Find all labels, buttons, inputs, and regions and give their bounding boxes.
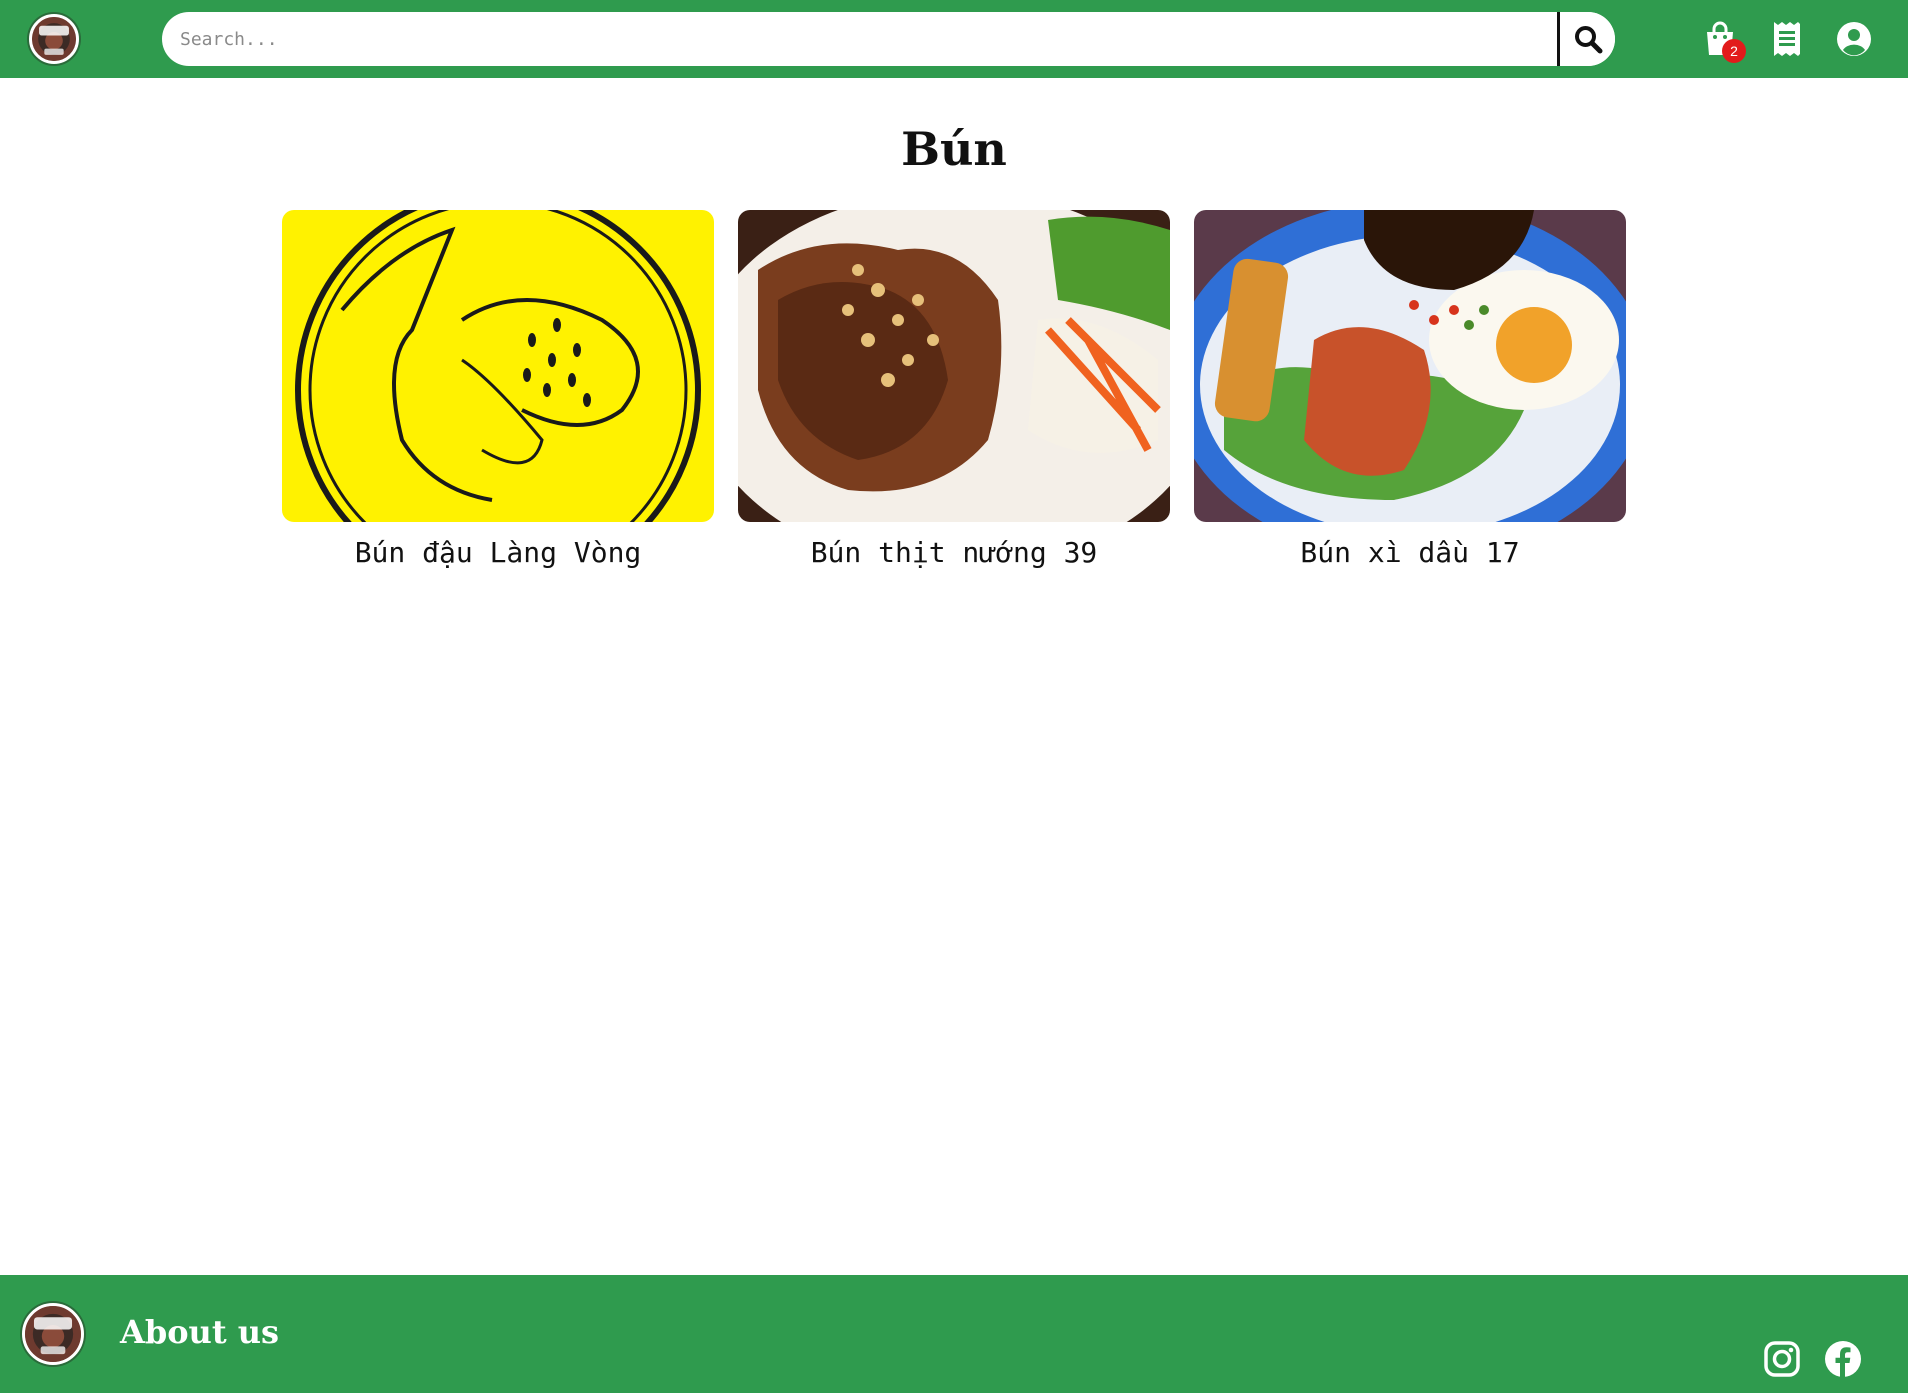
restaurant-card[interactable]: Bún xì dầu 17 — [1194, 210, 1626, 580]
cart-count-badge: 2 — [1722, 39, 1746, 63]
search-icon — [1574, 26, 1602, 54]
restaurant-name[interactable]: Bún đậu Làng Vòng — [282, 536, 714, 569]
account-button[interactable] — [1834, 19, 1874, 59]
restaurant-name[interactable]: Bún thịt nướng 39 — [738, 536, 1170, 569]
receipt-icon — [1774, 22, 1800, 56]
restaurant-image[interactable] — [738, 210, 1170, 522]
page-title: Bún — [901, 122, 1007, 176]
restaurant-card[interactable]: Bún đậu Làng Vòng — [282, 210, 714, 580]
footer-logo[interactable] — [22, 1303, 84, 1365]
top-navbar: 2 — [0, 0, 1908, 78]
restaurant-image[interactable] — [282, 210, 714, 522]
user-circle-icon — [1837, 22, 1871, 56]
search-bar — [162, 12, 1615, 66]
instagram-icon — [1764, 1341, 1800, 1377]
restaurant-name[interactable]: Bún xì dầu 17 — [1194, 536, 1626, 569]
instagram-link[interactable] — [1762, 1339, 1802, 1379]
search-input[interactable] — [162, 12, 1557, 66]
site-footer: About us — [0, 1275, 1908, 1393]
brand-logo[interactable] — [29, 14, 79, 64]
restaurant-card[interactable]: Bún thịt nướng 39 — [738, 210, 1170, 580]
about-us-link[interactable]: About us — [120, 1313, 279, 1351]
search-button[interactable] — [1560, 12, 1615, 66]
facebook-icon — [1825, 1341, 1861, 1377]
cart-button[interactable]: 2 — [1700, 19, 1746, 63]
facebook-link[interactable] — [1823, 1339, 1863, 1379]
orders-button[interactable] — [1767, 19, 1807, 59]
restaurant-image[interactable] — [1194, 210, 1626, 522]
